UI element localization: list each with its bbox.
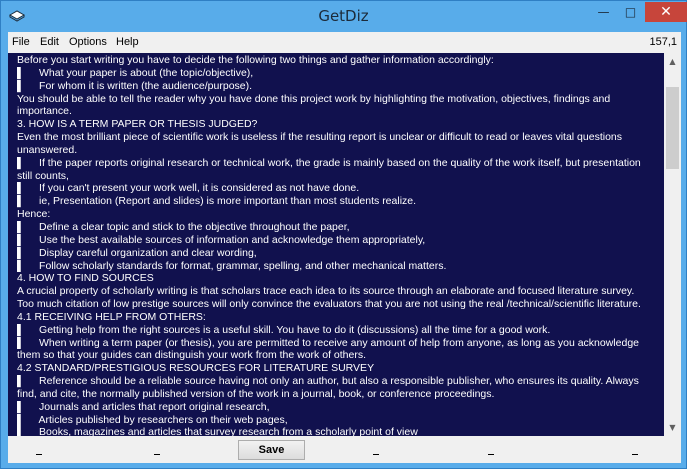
document-line: still counts, <box>17 169 69 182</box>
document-line: unanswered. <box>17 143 78 156</box>
document-line: ▌ Follow scholarly standards for format,… <box>17 259 447 272</box>
status-bar: Save <box>8 436 681 463</box>
scroll-up-button[interactable]: ▲ <box>664 53 681 70</box>
document-text[interactable]: Before you start writing you have to dec… <box>17 54 663 436</box>
cursor-position-indicator: 157,1 <box>649 36 677 48</box>
document-line: A crucial property of scholarly writing … <box>17 285 635 298</box>
save-button[interactable]: Save <box>238 440 305 460</box>
document-line: ▌ Books, magazines and articles that sur… <box>17 426 418 436</box>
menu-edit[interactable]: Edit <box>40 36 59 48</box>
menu-bar: File Edit Options Help 157,1 <box>8 32 681 53</box>
menu-options[interactable]: Options <box>69 36 107 48</box>
app-window: GetDiz — □ ✕ File Edit Options Help 157,… <box>0 0 687 469</box>
document-line: Before you start writing you have to dec… <box>17 54 494 66</box>
document-line: ▌ If you can't present your work well, i… <box>17 182 360 195</box>
scroll-thumb[interactable] <box>666 87 679 169</box>
status-field-4 <box>488 454 494 455</box>
status-field-2 <box>154 454 160 455</box>
document-line: 4.2 STANDARD/PRESTIGIOUS RESOURCES FOR L… <box>17 362 375 375</box>
document-line: importance. <box>17 105 72 118</box>
arrow-down-icon: ▼ <box>669 423 676 432</box>
status-field-3 <box>373 454 379 455</box>
vertical-scrollbar[interactable]: ▲ ▼ <box>664 53 681 436</box>
minimize-button[interactable]: — <box>590 2 617 22</box>
document-line: 4.1 RECEIVING HELP FROM OTHERS: <box>17 310 206 323</box>
document-line: ▌ For whom it is written (the audience/p… <box>17 79 253 92</box>
close-icon: ✕ <box>660 4 672 20</box>
maximize-icon: □ <box>624 5 637 19</box>
document-line: ▌ When writing a term paper (or thesis),… <box>17 336 640 349</box>
status-field-5 <box>632 454 638 455</box>
window-title: GetDiz <box>318 7 369 25</box>
scroll-down-button[interactable]: ▼ <box>664 419 681 436</box>
menu-help[interactable]: Help <box>116 36 139 48</box>
document-line: 4. HOW TO FIND SOURCES <box>17 272 154 285</box>
arrow-up-icon: ▲ <box>669 57 676 66</box>
document-line: them so that your guides can distinguish… <box>17 349 366 362</box>
document-line: ▌ Use the best available sources of info… <box>17 233 426 246</box>
document-line: Hence: <box>17 208 51 221</box>
document-line: You should be able to tell the reader wh… <box>17 92 611 105</box>
document-line: ▌ Reference should be a reliable source … <box>17 375 639 388</box>
document-line: ▌ ie, Presentation (Report and slides) i… <box>17 195 417 208</box>
document-line: ▌ Display careful organization and clear… <box>17 246 257 259</box>
document-line: ▌ Journals and articles that report orig… <box>17 400 270 413</box>
document-line: ▌ What your paper is about (the topic/ob… <box>17 66 254 79</box>
document-line: Even the most brilliant piece of scienti… <box>17 131 623 144</box>
document-line: Too much citation of low prestige source… <box>17 298 641 311</box>
text-editor[interactable]: Before you start writing you have to dec… <box>8 53 664 436</box>
close-button[interactable]: ✕ <box>645 2 687 22</box>
title-bar[interactable]: GetDiz — □ ✕ <box>1 1 687 31</box>
menu-file[interactable]: File <box>12 36 30 48</box>
document-line: ▌ If the paper reports original research… <box>17 156 641 169</box>
status-field-1 <box>36 454 42 455</box>
document-line: ▌ Articles published by researchers on t… <box>17 413 288 426</box>
minimize-icon: — <box>597 5 610 19</box>
document-line: ▌ Define a clear topic and stick to the … <box>17 220 350 233</box>
document-line: find, and cite, the normally published v… <box>17 387 495 400</box>
maximize-button[interactable]: □ <box>617 2 644 22</box>
document-line: ▌ Getting help from the right sources is… <box>17 323 551 336</box>
document-line: 3. HOW IS A TERM PAPER OR THESIS JUDGED? <box>17 118 258 131</box>
